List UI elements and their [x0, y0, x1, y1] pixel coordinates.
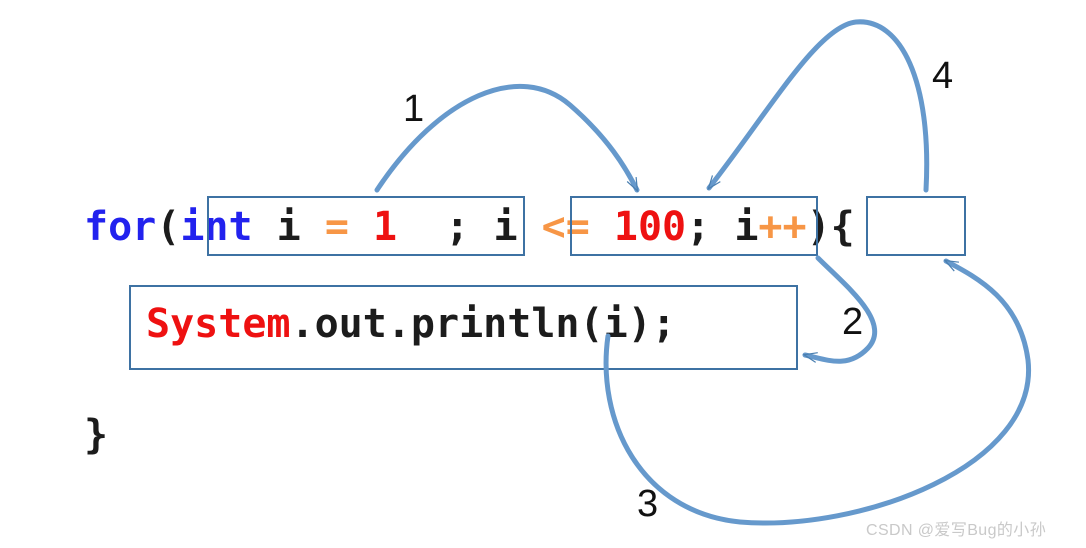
token-closing-brace: } [84, 412, 109, 458]
diagram-canvas: for(int i = 1 ; i <= 100; i++){ System.o… [0, 0, 1086, 548]
condition-box [570, 196, 818, 256]
flow-label-3: 3 [637, 483, 659, 525]
token-for-keyword: for [84, 204, 157, 250]
flow-arrow-overlay [374, 19, 1031, 526]
token-open-paren: ( [156, 204, 181, 250]
csdn-watermark: CSDN @爱写Bug的小孙 [866, 522, 1047, 539]
code-line-closing-brace: } [84, 415, 108, 455]
flow-arrow-4 [706, 19, 930, 193]
initialization-box [207, 196, 525, 256]
flow-label-2: 2 [842, 301, 864, 343]
loop-body-box [129, 285, 798, 370]
flow-label-4: 4 [932, 55, 954, 97]
flow-label-1: 1 [403, 88, 425, 130]
flow-arrow-2 [802, 255, 878, 364]
increment-box [866, 196, 966, 256]
